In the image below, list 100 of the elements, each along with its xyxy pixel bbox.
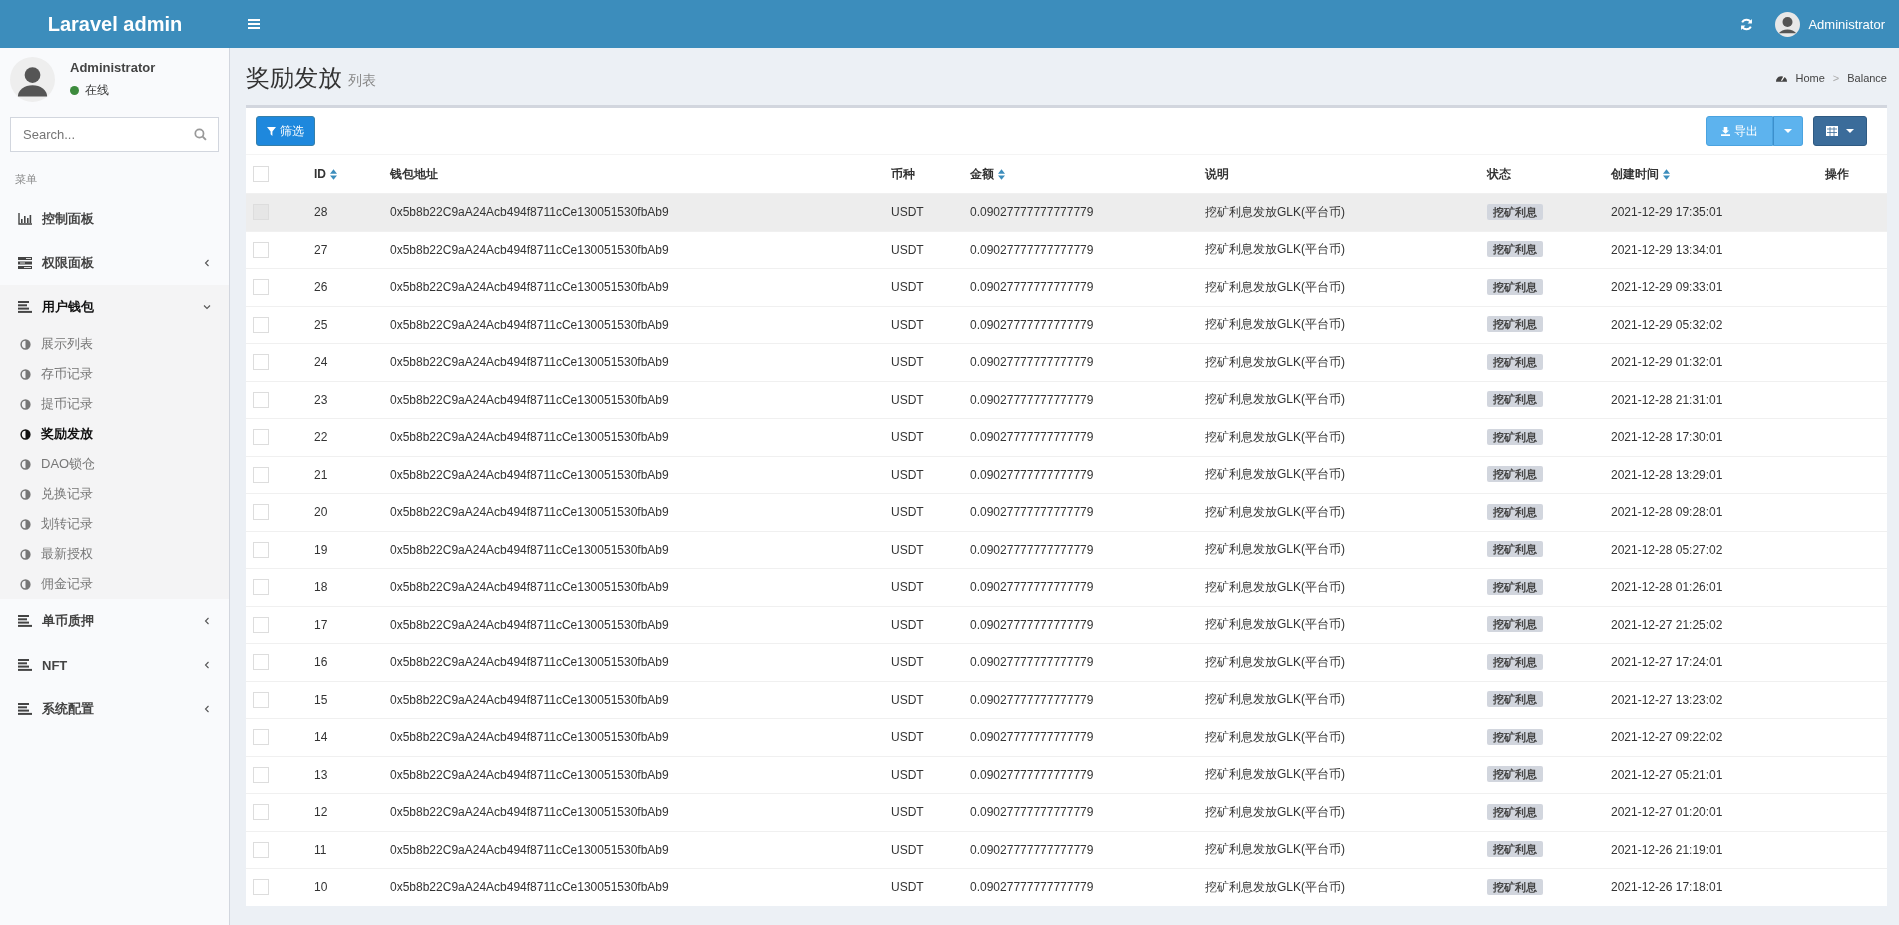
submenu-item[interactable]: 佣金记录 xyxy=(0,569,229,599)
table-cell-text: 挖矿利息发放GLK(平台币) xyxy=(1205,616,1346,634)
table-cell-text: 2021-12-27 05:21:01 xyxy=(1611,767,1724,782)
column-header: 操作 xyxy=(1825,165,1849,183)
table-cell-text: USDT xyxy=(891,730,925,745)
checkbox[interactable] xyxy=(253,429,269,446)
dropdown-button[interactable] xyxy=(1773,116,1803,146)
sort-icon[interactable] xyxy=(998,168,1005,180)
checkbox[interactable] xyxy=(253,729,269,746)
download-icon xyxy=(1721,126,1730,136)
tasks-icon xyxy=(18,257,32,269)
chevron-left-icon[interactable] xyxy=(203,661,211,669)
status-tag: 挖矿利息 xyxy=(1487,578,1543,595)
submenu-item[interactable]: 提币记录 xyxy=(0,389,229,419)
table-cell-text: 0.09027777777777779 xyxy=(970,580,1095,595)
sort-icon[interactable] xyxy=(330,168,337,180)
table-cell-text: 挖矿利息发放GLK(平台币) xyxy=(1205,541,1346,559)
column-header[interactable]: 金额 xyxy=(970,165,1005,183)
submenu-item[interactable]: 展示列表 xyxy=(0,329,229,359)
submenu-item[interactable]: 存币记录 xyxy=(0,359,229,389)
table-cell-text: 0.09027777777777779 xyxy=(970,730,1095,745)
table-cell-text: USDT xyxy=(891,880,925,895)
table-cell-text: 挖矿利息发放GLK(平台币) xyxy=(1205,653,1346,671)
status-tag: 挖矿利息 xyxy=(1487,728,1543,745)
avatar[interactable] xyxy=(1775,11,1801,37)
menu-item[interactable]: 用户钱包 xyxy=(0,285,229,329)
checkbox[interactable] xyxy=(253,354,269,371)
table-cell-text: 0x5b8b22C9aA24Acb494f8711cCe130051530fbAb9 xyxy=(390,355,670,370)
table-cell-text: 0.09027777777777779 xyxy=(970,242,1095,257)
table-cell-text: 挖矿利息发放GLK(平台币) xyxy=(1205,803,1346,821)
checkbox[interactable] xyxy=(253,466,269,483)
search-field[interactable]: Search... xyxy=(10,117,219,152)
checkbox[interactable] xyxy=(253,879,269,896)
checkbox[interactable] xyxy=(253,241,269,258)
checkbox[interactable] xyxy=(253,616,269,633)
chevron-left-icon[interactable] xyxy=(203,705,211,713)
table-cell-text: 2021-12-28 05:27:02 xyxy=(1611,542,1724,557)
checkbox[interactable] xyxy=(253,841,269,858)
sort-icon[interactable] xyxy=(1663,168,1670,180)
checkbox[interactable] xyxy=(253,279,269,296)
table-cell-text: 挖矿利息发放GLK(平台币) xyxy=(1205,353,1346,371)
checkbox[interactable] xyxy=(253,579,269,596)
table-cell-text: 挖矿利息发放GLK(平台币) xyxy=(1205,691,1346,709)
checkbox[interactable] xyxy=(253,316,269,333)
search-icon[interactable] xyxy=(194,128,207,141)
column-header: 币种 xyxy=(891,165,915,183)
app-logo[interactable]: Laravel admin xyxy=(0,0,230,48)
table-cell-text: 2021-12-28 13:29:01 xyxy=(1611,467,1724,482)
status-tag: 挖矿利息 xyxy=(1487,503,1543,520)
table-cell-text: 挖矿利息发放GLK(平台币) xyxy=(1205,241,1346,259)
checkbox[interactable] xyxy=(253,766,269,783)
table-cell-text: 挖矿利息发放GLK(平台币) xyxy=(1205,391,1346,409)
submenu-item[interactable]: 兑换记录 xyxy=(0,479,229,509)
submenu-item[interactable]: 最新授权 xyxy=(0,539,229,569)
chevron-left-icon[interactable] xyxy=(203,617,211,625)
table-cell-text: 28 xyxy=(314,205,329,220)
checkbox[interactable] xyxy=(253,541,269,558)
table-cell-text: 0.09027777777777779 xyxy=(970,317,1095,332)
checkbox[interactable] xyxy=(253,166,269,182)
submenu-item[interactable]: 奖励发放 xyxy=(0,419,229,449)
status-tag: 挖矿利息 xyxy=(1487,541,1543,558)
menu-item[interactable]: 权限面板 xyxy=(0,241,229,285)
menu-item[interactable]: 系统配置 xyxy=(0,687,229,731)
column-header[interactable]: 创建时间 xyxy=(1611,165,1670,183)
status-tag: 挖矿利息 xyxy=(1487,203,1543,220)
checkbox[interactable] xyxy=(253,504,269,521)
table-cell-text: 12 xyxy=(314,805,329,820)
table-cell-text: USDT xyxy=(891,392,925,407)
chevron-down-icon[interactable] xyxy=(203,303,211,311)
submenu-item[interactable]: DAO锁仓 xyxy=(0,449,229,479)
breadcrumb-separator: > xyxy=(1832,71,1840,84)
submenu-item[interactable]: 划转记录 xyxy=(0,509,229,539)
status-tag: 挖矿利息 xyxy=(1487,691,1543,708)
table-cell-text: 2021-12-27 17:24:01 xyxy=(1611,655,1724,670)
checkbox[interactable] xyxy=(253,691,269,708)
column-header[interactable]: ID xyxy=(314,167,337,181)
column-header: 说明 xyxy=(1205,165,1229,183)
refresh-icon[interactable] xyxy=(1740,17,1754,31)
chevron-left-icon[interactable] xyxy=(203,259,211,267)
menu-item[interactable]: 单币质押 xyxy=(0,599,229,643)
table-cell-text: 24 xyxy=(314,355,329,370)
checkbox[interactable] xyxy=(253,654,269,671)
columns-button[interactable] xyxy=(1813,116,1867,146)
table-cell-text: 2021-12-29 05:32:02 xyxy=(1611,317,1724,332)
checkbox[interactable] xyxy=(253,804,269,821)
table-row[interactable]: 28 0x5b8b22C9aA24Acb494f8711cCe130051530fbAb9 USDT 0.09027777777777779 挖矿利息发放GLK(平台币) 挖矿利息 2021-12-29 17:35:01 xyxy=(246,193,1887,231)
status-tag: 挖矿利息 xyxy=(1487,278,1543,295)
table-icon xyxy=(1826,126,1838,136)
breadcrumb-link[interactable]: Home xyxy=(1795,71,1825,84)
menu-item[interactable]: 控制面板 xyxy=(0,197,229,241)
checkbox[interactable] xyxy=(253,391,269,408)
status-text: 在线 xyxy=(85,82,109,99)
table-cell-text: 挖矿利息发放GLK(平台币) xyxy=(1205,466,1346,484)
table-cell-text: USDT xyxy=(891,617,925,632)
filter-button[interactable]: 筛选 xyxy=(256,116,315,146)
user-name[interactable]: Administrator xyxy=(1808,16,1885,32)
table-cell-text: 0x5b8b22C9aA24Acb494f8711cCe130051530fbAb9 xyxy=(390,392,670,407)
menu-item[interactable]: NFT xyxy=(0,643,229,687)
table-cell-text: 0.09027777777777779 xyxy=(970,842,1095,857)
bar-chart-icon xyxy=(18,213,32,225)
